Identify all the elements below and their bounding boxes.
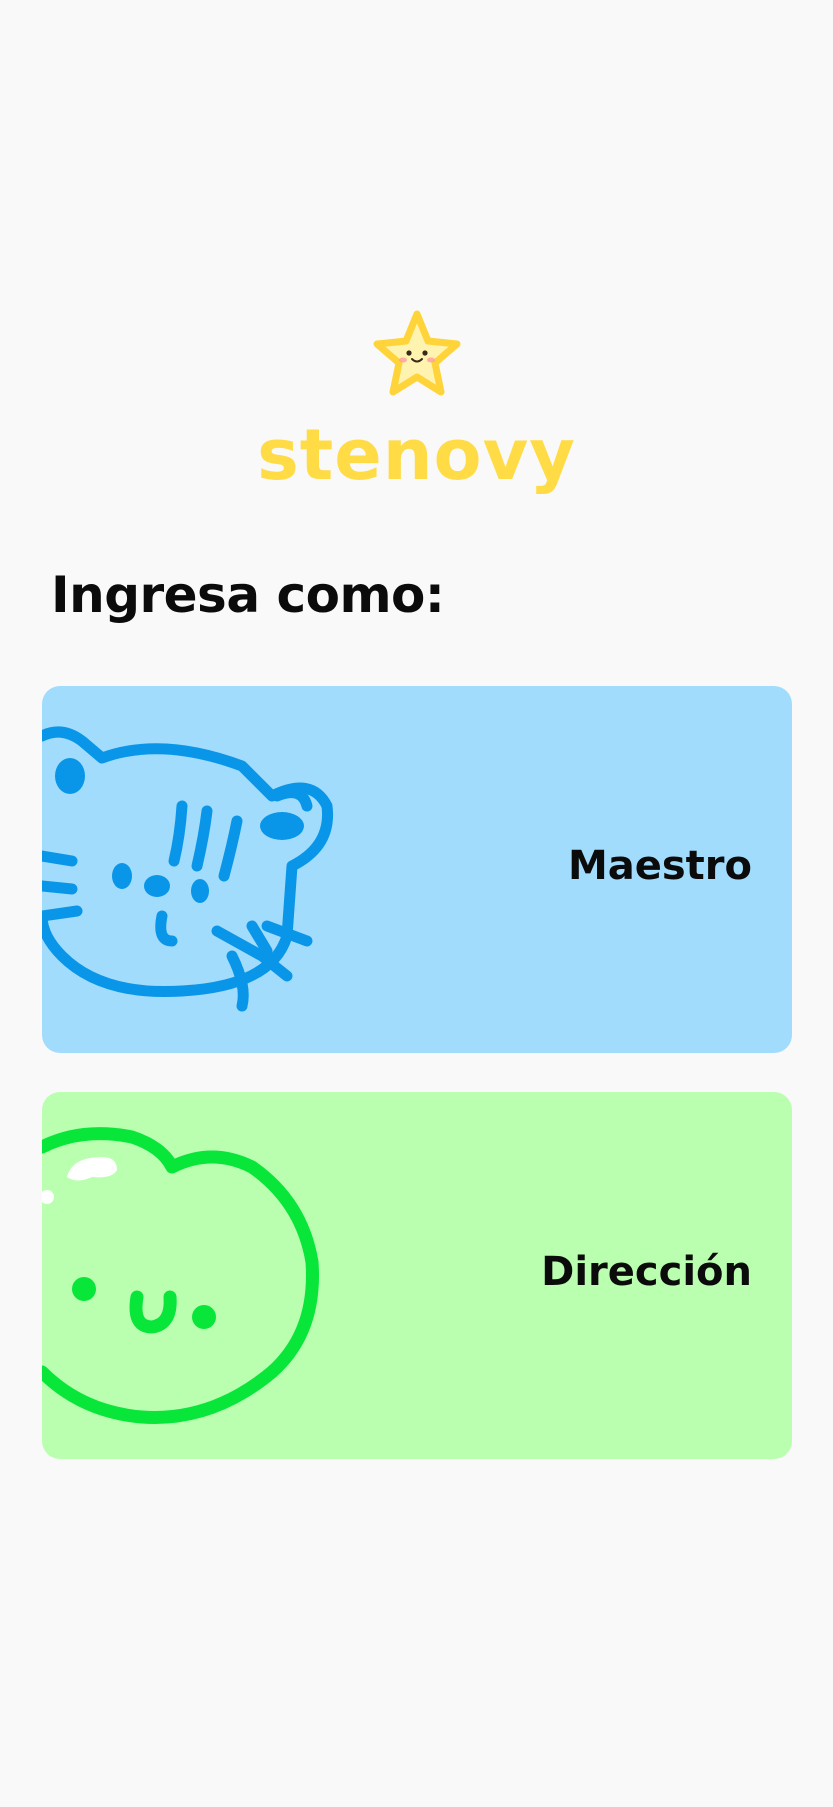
logo: [0, 308, 833, 404]
star-face-icon: [373, 310, 460, 396]
role-card-maestro[interactable]: Maestro: [42, 686, 792, 1053]
page-title: Ingresa como:: [51, 566, 445, 624]
role-label-direccion: Dirección: [541, 1249, 752, 1295]
brand-name: stenovy: [257, 414, 576, 496]
apple-face-icon: [42, 1127, 319, 1424]
role-label-maestro: Maestro: [567, 843, 752, 889]
cat-face-icon: [42, 726, 334, 1012]
role-card-direccion[interactable]: Dirección: [42, 1092, 792, 1459]
